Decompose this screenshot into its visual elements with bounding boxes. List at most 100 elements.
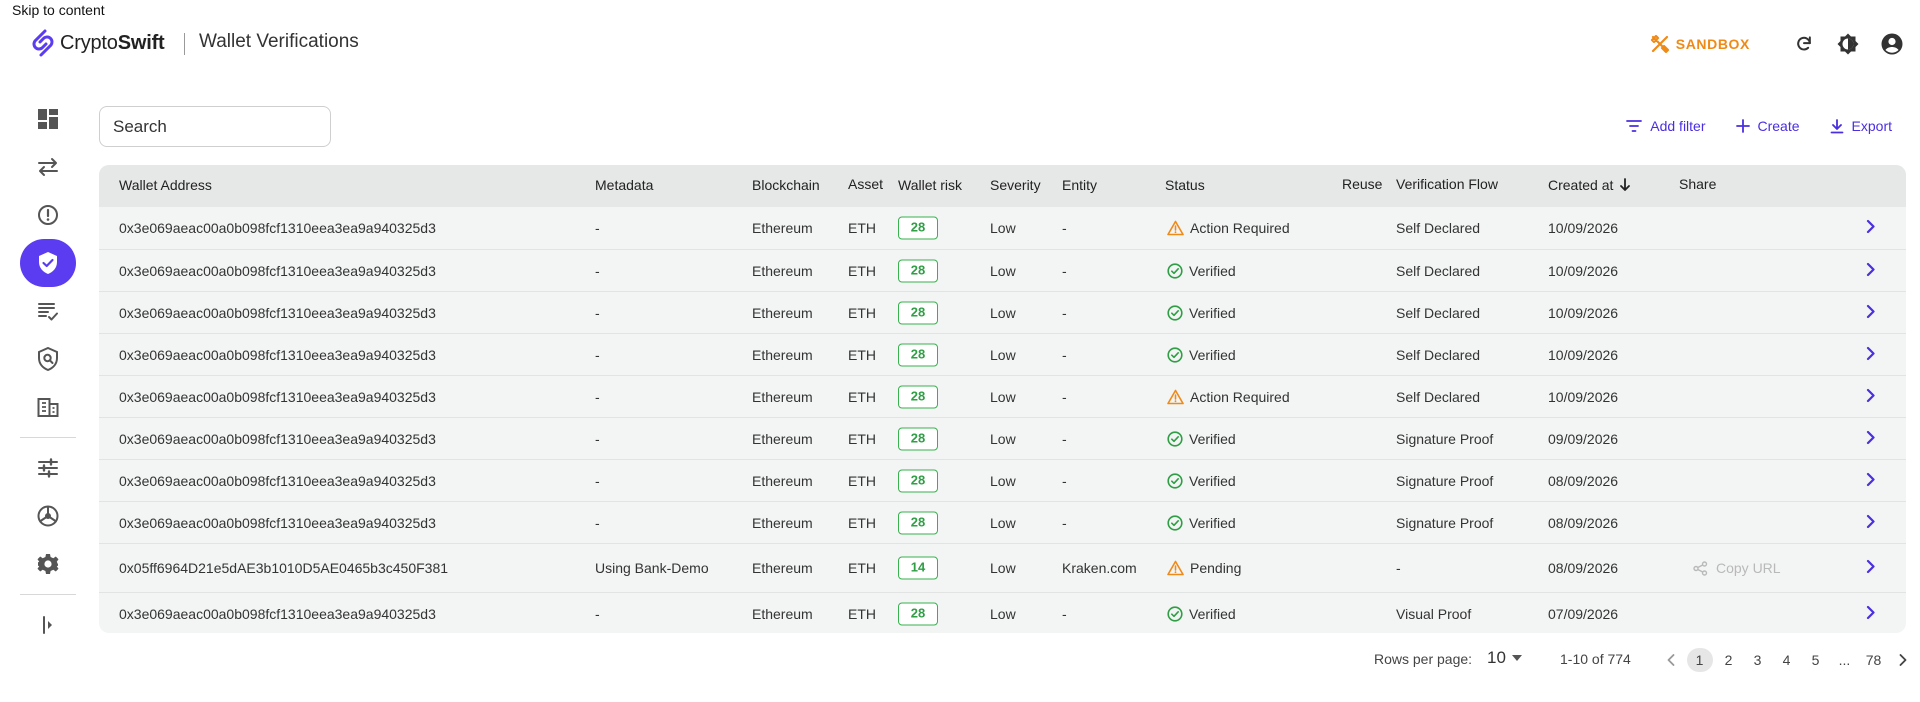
verified-check-icon [1167, 346, 1189, 363]
table-actions: Add filter Create Export [1596, 118, 1892, 134]
chevron-right-icon [1899, 654, 1906, 666]
sidebar-item-reports[interactable] [20, 287, 76, 335]
created-at-cell: 10/09/2026 [1548, 262, 1619, 279]
sidebar-item-integrations[interactable] [20, 492, 76, 540]
risk-score-badge: 28 [898, 385, 938, 408]
row-open-chevron[interactable] [1866, 559, 1876, 577]
row-open-chevron[interactable] [1866, 304, 1876, 321]
severity-cell: Low [990, 430, 1016, 447]
table-row[interactable]: 0x3e069aeac00a0b098fcf1310eea3ea9a940325… [99, 249, 1906, 291]
page-button-1[interactable]: 1 [1686, 648, 1713, 672]
pagination-range: 1-10 of 774 [1560, 651, 1631, 667]
copy-url-label: Copy URL [1716, 560, 1781, 576]
screening-icon [38, 347, 58, 371]
sandbox-badge[interactable]: SANDBOX [1650, 34, 1750, 54]
row-open-chevron[interactable] [1866, 514, 1876, 531]
column-header-severity[interactable]: Severity [990, 177, 1041, 193]
row-open-chevron[interactable] [1866, 388, 1876, 405]
add-filter-button[interactable]: Add filter [1626, 118, 1706, 134]
page-button-4[interactable]: 4 [1774, 648, 1800, 672]
prev-page-button[interactable] [1658, 648, 1684, 672]
refresh-icon[interactable] [1792, 32, 1816, 56]
column-header-reuse[interactable]: Reuse [1342, 176, 1382, 192]
row-open-chevron[interactable] [1866, 605, 1876, 622]
metadata-cell: - [595, 430, 600, 447]
column-header-share[interactable]: Share [1679, 176, 1716, 192]
table-row[interactable]: 0x3e069aeac00a0b098fcf1310eea3ea9a940325… [99, 333, 1906, 375]
wallet-risk-cell: 28 [898, 301, 938, 324]
page-button-2[interactable]: 2 [1716, 648, 1742, 672]
risk-score-badge: 28 [898, 469, 938, 492]
sidebar-item-transfers[interactable] [20, 143, 76, 191]
page-button-3[interactable]: 3 [1745, 648, 1771, 672]
table-row[interactable]: 0x3e069aeac00a0b098fcf1310eea3ea9a940325… [99, 375, 1906, 417]
verified-check-icon [1167, 304, 1189, 321]
blockchain-cell: Ethereum [752, 220, 813, 236]
column-header-asset[interactable]: Asset [848, 176, 883, 192]
column-header-blockchain[interactable]: Blockchain [752, 177, 820, 193]
row-open-chevron[interactable] [1866, 472, 1876, 489]
rows-per-page-select[interactable]: 10 [1487, 648, 1522, 668]
copy-url-button[interactable]: Copy URL [1693, 560, 1781, 576]
page-list: 1 2 3 4 5... 78 [1656, 648, 1917, 672]
column-header-entity[interactable]: Entity [1062, 177, 1097, 193]
row-open-chevron[interactable] [1866, 430, 1876, 447]
row-open-chevron[interactable] [1866, 219, 1876, 237]
account-icon[interactable] [1880, 32, 1904, 56]
column-header-status[interactable]: Status [1165, 177, 1205, 193]
column-header-metadata[interactable]: Metadata [595, 177, 653, 193]
export-button[interactable]: Export [1830, 118, 1892, 134]
sidebar-item-settings[interactable] [20, 540, 76, 588]
sidebar-item-screening[interactable] [20, 335, 76, 383]
skip-to-content-link[interactable]: Skip to content [12, 2, 105, 18]
entity-cell: - [1062, 262, 1067, 279]
row-open-chevron[interactable] [1866, 346, 1876, 363]
wallet-address-cell: 0x3e069aeac00a0b098fcf1310eea3ea9a940325… [119, 430, 436, 447]
create-button[interactable]: Create [1735, 118, 1800, 134]
created-at-cell: 10/09/2026 [1548, 304, 1619, 321]
app-header: CryptoSwift Wallet Verifications SANDBOX [0, 22, 1920, 64]
settings-icon [37, 554, 59, 574]
risk-score-badge: 28 [898, 216, 938, 240]
next-page-button[interactable] [1890, 648, 1916, 672]
search-input[interactable] [99, 106, 331, 147]
row-open-chevron[interactable] [1866, 262, 1876, 279]
verification-flow-cell: Self Declared [1396, 346, 1481, 363]
wallet-risk-cell: 28 [898, 511, 938, 534]
entity-cell: - [1062, 304, 1067, 321]
sidebar-item-wallet-verifications[interactable] [20, 239, 76, 287]
status-cell: Verified [1167, 606, 1236, 622]
table-row[interactable]: 0x3e069aeac00a0b098fcf1310eea3ea9a940325… [99, 501, 1906, 543]
download-icon [1830, 118, 1843, 133]
theme-toggle-icon[interactable] [1836, 32, 1860, 56]
verified-check-icon [1167, 514, 1189, 531]
sidebar-expand-toggle[interactable] [20, 601, 76, 649]
table-row[interactable]: 0x3e069aeac00a0b098fcf1310eea3ea9a940325… [99, 592, 1906, 633]
table-row[interactable]: 0x3e069aeac00a0b098fcf1310eea3ea9a940325… [99, 459, 1906, 501]
entity-cell: - [1062, 514, 1067, 531]
table-row[interactable]: 0x3e069aeac00a0b098fcf1310eea3ea9a940325… [99, 417, 1906, 459]
wallet-risk-cell: 28 [898, 602, 938, 625]
sidebar-item-rules[interactable] [20, 444, 76, 492]
created-at-cell: 10/09/2026 [1548, 346, 1619, 363]
table-row[interactable]: 0x3e069aeac00a0b098fcf1310eea3ea9a940325… [99, 207, 1906, 249]
status-label: Verified [1189, 472, 1236, 489]
page-button-5[interactable]: 5 [1803, 648, 1829, 672]
sidebar-item-entities[interactable] [20, 383, 76, 431]
page-button-78[interactable]: 78 [1861, 648, 1887, 672]
table-row[interactable]: 0x3e069aeac00a0b098fcf1310eea3ea9a940325… [99, 291, 1906, 333]
table-row[interactable]: 0x05ff6964D21e5dAE3b1010D5AE0465b3c450F3… [99, 543, 1906, 592]
column-header-wallet-risk[interactable]: Wallet risk [898, 177, 962, 193]
verification-flow-cell: Signature Proof [1396, 514, 1494, 531]
severity-cell: Low [990, 605, 1016, 622]
wallet-address-cell: 0x3e069aeac00a0b098fcf1310eea3ea9a940325… [119, 304, 436, 321]
risk-score-badge: 28 [898, 427, 938, 450]
column-header-verification-flow[interactable]: Verification Flow [1396, 176, 1498, 192]
asset-cell: ETH [848, 605, 876, 622]
sidebar-item-dashboard[interactable] [20, 95, 76, 143]
column-header-wallet-address[interactable]: Wallet Address [119, 177, 212, 193]
sidebar-item-alerts[interactable] [20, 191, 76, 239]
column-header-created-at[interactable]: Created at [1548, 177, 1631, 193]
brand-logo[interactable]: CryptoSwift [30, 28, 165, 58]
asset-cell: ETH [848, 262, 876, 279]
